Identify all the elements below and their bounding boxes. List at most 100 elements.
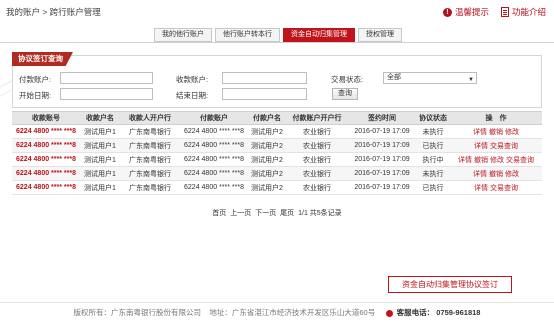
operation-link[interactable]: 撤销 <box>489 171 503 178</box>
operation-link[interactable]: 修改 <box>505 129 519 136</box>
tab-bar: 我的他行账户 他行账户转本行 资金自动归集管理 授权管理 <box>154 28 402 42</box>
table-row: 6224 4800 **** ***8 测试用户1 广东南粤银行 6224 4800 … <box>12 124 542 139</box>
col-header: 收款人开户行 <box>120 111 180 125</box>
sign-time-cell: 2016-07-19 17:09 <box>348 124 416 139</box>
payee-account-cell: 6224 4800 **** ***8 <box>12 152 80 167</box>
payee-account-cell: 6224 4800 **** ***8 <box>12 180 80 195</box>
payee-name-cell: 测试用户1 <box>80 138 120 153</box>
status-cell: 未执行 <box>416 124 450 139</box>
operation-link[interactable]: 详情 <box>473 171 487 178</box>
operation-link[interactable]: 详情 <box>474 185 488 192</box>
sign-time-cell: 2016-07-19 17:09 <box>348 180 416 195</box>
status-select[interactable]: 全部 ▼ <box>383 72 477 84</box>
pagination: 首页 上一页 下一页 尾页 1/1 共5条记录 <box>0 208 554 218</box>
operation-link[interactable]: 撤销 <box>489 129 503 136</box>
operations-cell: 详情 撤销 修改 交易查询 <box>450 152 542 167</box>
payer-bank-cell: 农业银行 <box>286 166 348 181</box>
payee-name-cell: 测试用户1 <box>80 124 120 139</box>
payer-name-cell: 测试用户2 <box>248 138 286 153</box>
footer-copyright: 版权所有：广东南粤银行股份有限公司 <box>73 308 202 317</box>
breadcrumb: 我的账户 > 跨行账户管理 <box>6 7 101 17</box>
operation-link[interactable]: 详情 <box>473 129 487 136</box>
tips-link[interactable]: ! 温馨提示 <box>442 6 489 18</box>
pager-first[interactable]: 首页 <box>212 210 226 217</box>
operation-link[interactable]: 撤销 <box>474 157 488 164</box>
status-select-value: 全部 <box>387 74 401 81</box>
start-date-input[interactable] <box>60 88 153 100</box>
tab-transfer-to-our-bank[interactable]: 他行账户转本行 <box>215 28 280 42</box>
table-row: 6224 4800 **** ***8 测试用户1 广东南粤银行 6224 4800 … <box>12 180 542 195</box>
payee-account-input[interactable] <box>222 72 307 84</box>
col-header: 收款户名 <box>80 111 120 125</box>
operation-link[interactable]: 详情 <box>474 143 488 150</box>
pager-next[interactable]: 下一页 <box>255 210 276 217</box>
query-button[interactable]: 查询 <box>332 88 358 100</box>
operations-cell: 详情 撤销 修改 <box>450 166 542 181</box>
payer-account-cell: 6224 4800 **** ***8 <box>180 166 248 181</box>
tab-auto-fund-collection[interactable]: 资金自动归集管理 <box>283 28 355 42</box>
col-header: 付款户名 <box>248 111 286 125</box>
status-cell: 已执行 <box>416 138 450 153</box>
payer-account-label: 付款账户: <box>19 75 52 84</box>
operation-link[interactable]: 交易查询 <box>506 157 534 164</box>
footer-tel-label: 客服电话： <box>396 308 435 317</box>
col-header: 协议状态 <box>416 111 450 125</box>
footer-address: 地址：广东省湛江市经济技术开发区乐山大道60号 <box>209 308 376 317</box>
end-date-label: 结束日期: <box>176 91 209 100</box>
start-date-label: 开始日期: <box>19 91 52 100</box>
payee-bank-cell: 广东南粤银行 <box>120 166 180 181</box>
payer-name-cell: 测试用户2 <box>248 152 286 167</box>
col-header: 付款账户开户行 <box>286 111 348 125</box>
payee-name-cell: 测试用户1 <box>80 180 120 195</box>
payee-name-cell: 测试用户1 <box>80 166 120 181</box>
payer-bank-cell: 农业银行 <box>286 180 348 195</box>
table-header-row: 收款账号 收款户名 收款人开户行 付款账户 付款户名 付款账户开户行 签约时间 … <box>12 111 542 125</box>
payer-bank-cell: 农业银行 <box>286 124 348 139</box>
payee-bank-cell: 广东南粤银行 <box>120 152 180 167</box>
payee-account-cell: 6224 4800 **** ***8 <box>12 138 80 153</box>
payer-account-input[interactable] <box>60 72 153 84</box>
operation-link[interactable]: 修改 <box>505 171 519 178</box>
sign-time-cell: 2016-07-19 17:09 <box>348 152 416 167</box>
operation-link[interactable]: 交易查询 <box>490 185 518 192</box>
agreement-table: 收款账号 收款户名 收款人开户行 付款账户 付款户名 付款账户开户行 签约时间 … <box>12 111 542 195</box>
col-header: 付款账户 <box>180 111 248 125</box>
tab-authorization[interactable]: 授权管理 <box>358 28 402 42</box>
top-bar: 我的账户 > 跨行账户管理 ! 温馨提示 功能介绍 <box>0 0 554 24</box>
operation-link[interactable]: 详情 <box>458 157 472 164</box>
payer-bank-cell: 农业银行 <box>286 152 348 167</box>
query-panel-title: 协议签订查询 <box>12 52 73 66</box>
pager-prev[interactable]: 上一页 <box>230 210 251 217</box>
chevron-down-icon: ▼ <box>468 77 474 83</box>
pager-info: 1/1 共5条记录 <box>298 210 342 217</box>
tab-divider <box>0 42 554 43</box>
operations-cell: 详情 撤销 修改 <box>450 124 542 139</box>
operations-cell: 详情 交易查询 <box>450 138 542 153</box>
payer-name-cell: 测试用户2 <box>248 166 286 181</box>
col-header: 签约时间 <box>348 111 416 125</box>
end-date-input[interactable] <box>222 88 307 100</box>
payee-account-cell: 6224 4800 **** ***8 <box>12 166 80 181</box>
function-intro-link[interactable]: 功能介绍 <box>500 6 546 18</box>
footer-tel: 0759-961818 <box>436 308 481 317</box>
table-row: 6224 4800 **** ***8 测试用户1 广东南粤银行 6224 4800 … <box>12 166 542 181</box>
status-cell: 执行中 <box>416 152 450 167</box>
document-icon <box>500 7 509 17</box>
payer-account-cell: 6224 4800 **** ***8 <box>180 138 248 153</box>
payer-account-cell: 6224 4800 **** ***8 <box>180 180 248 195</box>
payee-account-label: 收款账户: <box>176 75 209 84</box>
payer-name-cell: 测试用户2 <box>248 180 286 195</box>
operations-cell: 详情 交易查询 <box>450 180 542 195</box>
tab-my-other-bank-accounts[interactable]: 我的他行账户 <box>154 28 212 42</box>
operation-link[interactable]: 交易查询 <box>490 143 518 150</box>
payer-name-cell: 测试用户2 <box>248 124 286 139</box>
payee-bank-cell: 广东南粤银行 <box>120 180 180 195</box>
sign-time-cell: 2016-07-19 17:09 <box>348 138 416 153</box>
col-header: 收款账号 <box>12 111 80 125</box>
pager-last[interactable]: 尾页 <box>280 210 294 217</box>
payee-bank-cell: 广东南粤银行 <box>120 138 180 153</box>
payee-name-cell: 测试用户1 <box>80 152 120 167</box>
payee-account-cell: 6224 4800 **** ***8 <box>12 124 80 139</box>
operation-link[interactable]: 修改 <box>490 157 504 164</box>
sign-agreement-button[interactable]: 资金自动归集管理协议签订 <box>388 276 512 293</box>
